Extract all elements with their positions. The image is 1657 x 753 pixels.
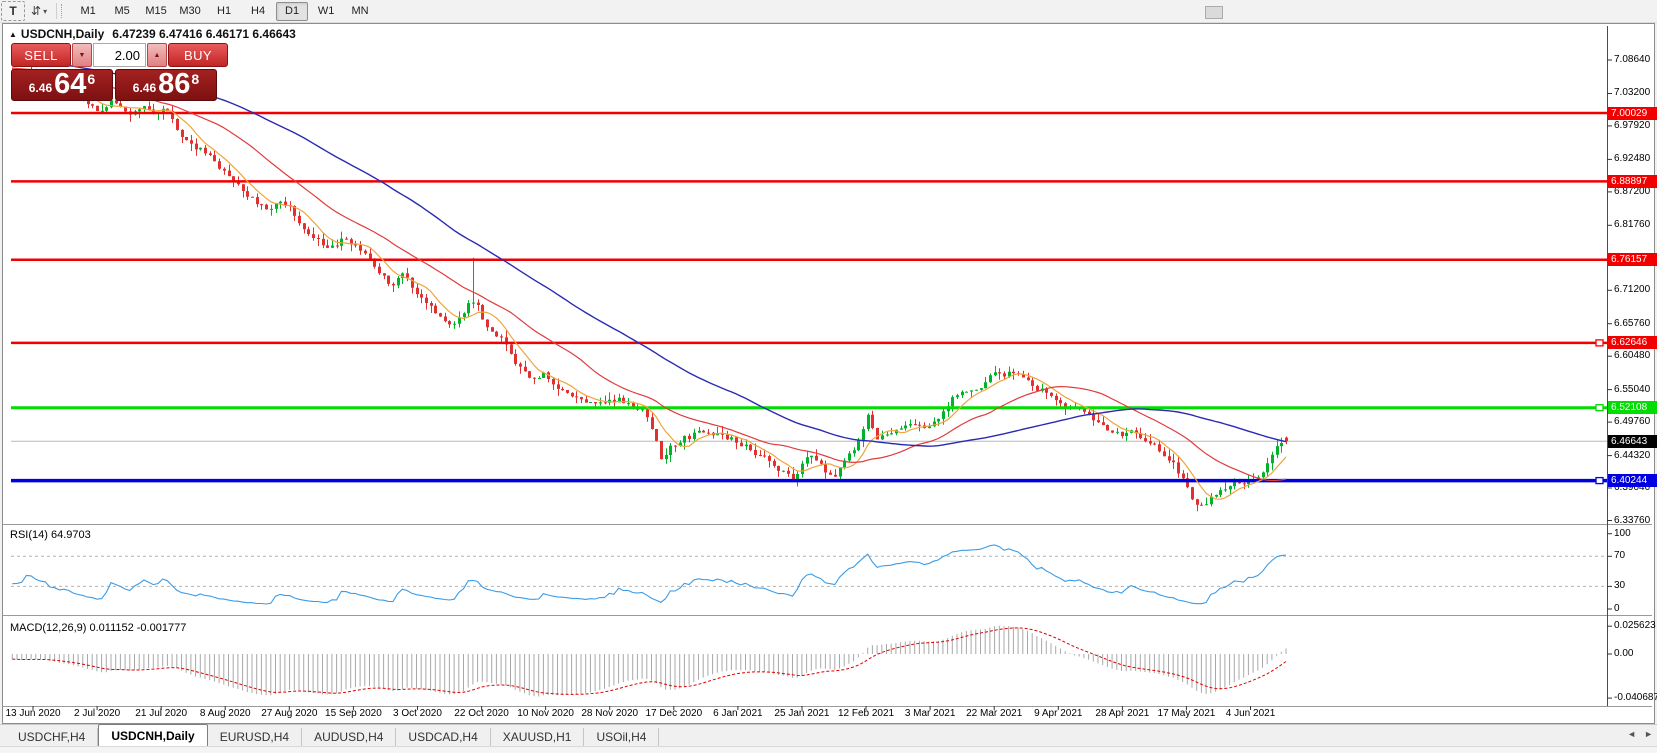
collapse-triangle-icon[interactable]: ▲ xyxy=(9,30,17,39)
date-label: 13 Jun 2020 xyxy=(5,708,60,719)
text-tool-button[interactable]: T xyxy=(1,1,25,21)
date-label: 8 Aug 2020 xyxy=(200,708,251,719)
date-label: 4 Jun 2021 xyxy=(1226,708,1276,719)
rsi-line xyxy=(12,545,1286,604)
chart-tab-usdchf-h4[interactable]: USDCHF,H4 xyxy=(6,728,98,746)
chart-plot[interactable] xyxy=(3,24,1652,721)
date-label: 3 Mar 2021 xyxy=(905,708,956,719)
down-candle-wicks xyxy=(13,65,1287,511)
timeframe-button-w1[interactable]: W1 xyxy=(310,2,342,21)
sell-button[interactable]: SELL xyxy=(11,43,71,67)
date-label: 17 Dec 2020 xyxy=(645,708,702,719)
date-label: 17 May 2021 xyxy=(1158,708,1216,719)
chart-window: ▲ USDCNH,Daily 6.47239 6.47416 6.46171 6.4… xyxy=(2,23,1655,724)
volume-decrease-button[interactable]: ▼ xyxy=(72,43,92,67)
sell-price-display[interactable]: 6.46 64 6 xyxy=(11,69,113,101)
date-label: 21 Jul 2020 xyxy=(135,708,187,719)
timeframe-button-m1[interactable]: M1 xyxy=(72,2,104,21)
chart-title: ▲ USDCNH,Daily 6.47239 6.47416 6.46171 6.4… xyxy=(9,27,296,41)
tab-scroll-left[interactable]: ◄ xyxy=(1627,729,1636,739)
tab-scroll-right[interactable]: ► xyxy=(1644,729,1653,739)
macd-label: MACD(12,26,9) 0.011152 -0.001777 xyxy=(10,622,186,634)
chart-tab-usdcad-h4[interactable]: USDCAD,H4 xyxy=(396,728,490,746)
date-label: 3 Oct 2020 xyxy=(393,708,442,719)
sell-price-big: 64 xyxy=(54,70,86,99)
timeframe-button-h4[interactable]: H4 xyxy=(242,2,274,21)
ma-fast-line xyxy=(12,70,1286,500)
buy-price-small: 6.46 xyxy=(133,81,156,95)
date-label: 2 Jul 2020 xyxy=(74,708,120,719)
macd-signal-line xyxy=(12,628,1286,695)
toolbar-separator xyxy=(56,3,57,19)
sell-price-small: 6.46 xyxy=(29,81,52,95)
chart-tab-xauusd-h1[interactable]: XAUUSD,H1 xyxy=(491,728,585,746)
spin-up-icon: ▲ xyxy=(154,52,161,59)
spin-down-icon: ▼ xyxy=(79,52,86,59)
date-label: 15 Sep 2020 xyxy=(325,708,382,719)
date-label: 22 Oct 2020 xyxy=(454,708,508,719)
chart-tab-bar: USDCHF,H4USDCNH,DailyEURUSD,H4AUDUSD,H4U… xyxy=(0,724,1657,746)
chart-tab-usdcnh-daily[interactable]: USDCNH,Daily xyxy=(98,724,207,746)
date-label: 10 Nov 2020 xyxy=(517,708,574,719)
date-label: 6 Jan 2021 xyxy=(713,708,763,719)
arrows-icon: ⇵ xyxy=(31,4,41,18)
trading-platform: T ⇵ ▾ M1M5M15M30H1H4D1W1MN ▲ USDCNH,Daily… xyxy=(0,0,1657,753)
chart-tools-button[interactable]: ⇵ ▾ xyxy=(27,1,51,21)
status-bar xyxy=(0,746,1657,753)
chart-tabs: USDCHF,H4USDCNH,DailyEURUSD,H4AUDUSD,H4U… xyxy=(0,725,659,746)
timeframe-button-m30[interactable]: M30 xyxy=(174,2,206,21)
line-handle[interactable] xyxy=(1596,405,1603,411)
sell-price-sup: 6 xyxy=(87,71,95,87)
line-handle[interactable] xyxy=(1596,478,1603,484)
toolbar-handle[interactable] xyxy=(1205,6,1223,19)
one-click-trading-panel: SELL ▼ ▲ BUY 6.46 64 6 6.46 86 xyxy=(11,43,217,101)
chart-tab-usoil-h4[interactable]: USOil,H4 xyxy=(584,728,659,746)
chart-tab-audusd-h4[interactable]: AUDUSD,H4 xyxy=(302,728,396,746)
chevron-down-icon: ▾ xyxy=(43,7,47,16)
timeframe-button-m15[interactable]: M15 xyxy=(140,2,172,21)
date-axis[interactable]: 13 Jun 2020 2 Jul 2020 21 Jul 2020 8 Aug 20… xyxy=(3,707,1607,721)
timeframe-button-d1[interactable]: D1 xyxy=(276,2,308,21)
chart-ohlc-values: 6.47239 6.47416 6.46171 6.46643 xyxy=(112,27,296,41)
buy-price-display[interactable]: 6.46 86 8 xyxy=(115,69,217,101)
up-candle-bodies xyxy=(16,71,1283,505)
tab-navigation: ◄ ► xyxy=(1627,729,1653,739)
chart-tab-eurusd-h4[interactable]: EURUSD,H4 xyxy=(208,728,302,746)
timeframe-toolbar: M1M5M15M30H1H4D1W1MN xyxy=(71,2,377,21)
date-label: 28 Apr 2021 xyxy=(1095,708,1149,719)
text-tool-label: T xyxy=(9,4,16,18)
buy-price-sup: 8 xyxy=(191,71,199,87)
volume-input[interactable] xyxy=(93,43,146,67)
date-label: 9 Apr 2021 xyxy=(1034,708,1082,719)
buy-price-big: 86 xyxy=(158,70,190,99)
line-handle[interactable] xyxy=(1596,340,1603,346)
rsi-label: RSI(14) 64.9703 xyxy=(10,529,91,541)
buy-button[interactable]: BUY xyxy=(168,43,228,67)
date-label: 22 Mar 2021 xyxy=(966,708,1022,719)
toolbar-grip xyxy=(61,4,65,18)
ma-slow-line xyxy=(12,58,1286,446)
top-toolbar: T ⇵ ▾ M1M5M15M30H1H4D1W1MN xyxy=(0,0,1657,23)
timeframe-button-m5[interactable]: M5 xyxy=(106,2,138,21)
date-label: 28 Nov 2020 xyxy=(581,708,638,719)
date-label: 12 Feb 2021 xyxy=(838,708,894,719)
timeframe-button-h1[interactable]: H1 xyxy=(208,2,240,21)
macd-histogram xyxy=(12,626,1286,697)
timeframe-button-mn[interactable]: MN xyxy=(344,2,376,21)
down-candle-bodies xyxy=(11,71,1288,506)
chart-symbol-label: USDCNH,Daily xyxy=(21,27,104,41)
date-label: 25 Jan 2021 xyxy=(774,708,829,719)
volume-increase-button[interactable]: ▲ xyxy=(147,43,167,67)
date-label: 27 Aug 2020 xyxy=(261,708,317,719)
